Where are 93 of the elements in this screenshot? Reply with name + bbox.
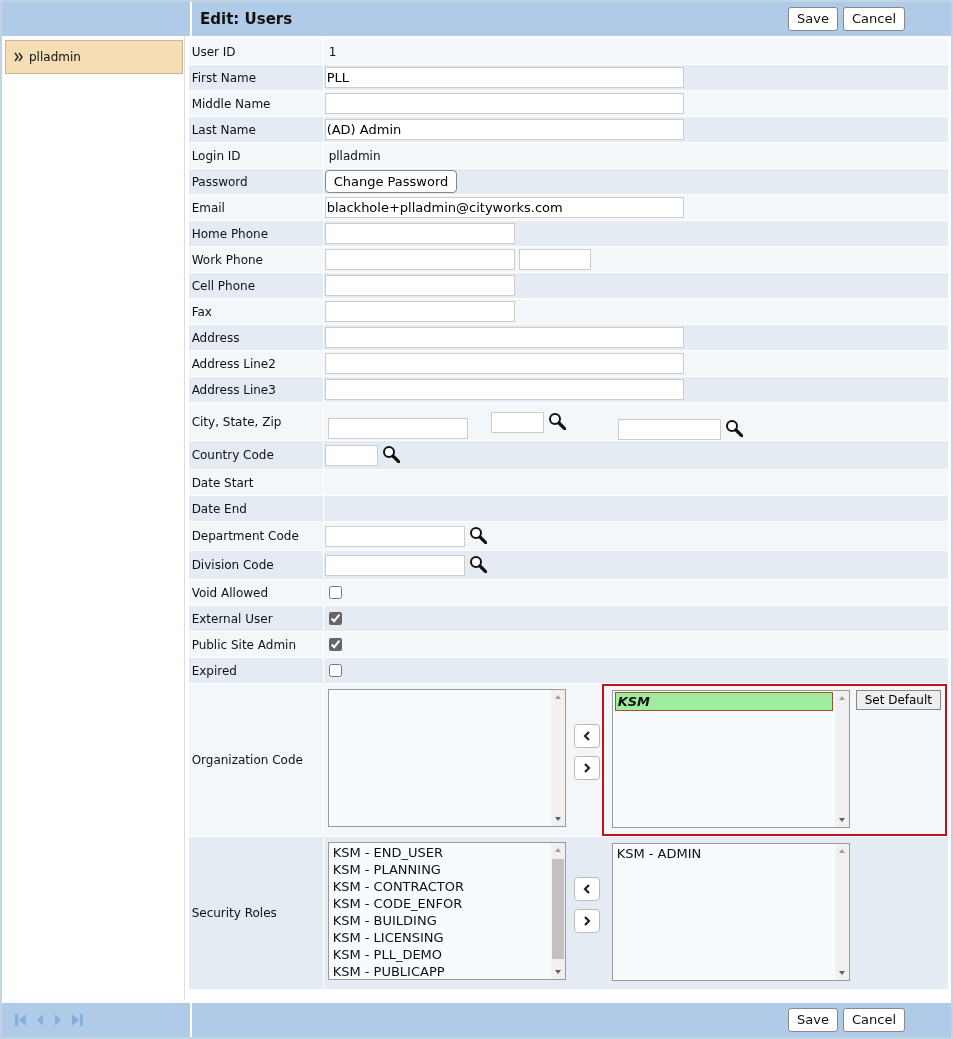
scrollbar[interactable] — [834, 844, 849, 980]
chevron-left-icon — [582, 884, 591, 894]
list-item[interactable]: KSM - PLL_DEMO — [330, 946, 549, 963]
input-field[interactable] — [324, 223, 515, 244]
first-page-icon[interactable] — [14, 1012, 27, 1028]
field-label: Date End — [188, 496, 324, 521]
checkbox[interactable] — [328, 638, 342, 651]
list-item[interactable]: KSM - ADMIN — [614, 845, 833, 862]
list-box[interactable] — [327, 689, 566, 827]
search-icon[interactable] — [547, 412, 566, 430]
input-field[interactable] — [324, 249, 515, 270]
search-icon[interactable] — [381, 444, 400, 463]
chevron-right-icon — [582, 916, 591, 926]
checkbox[interactable] — [328, 612, 342, 625]
field-label: Void Allowed — [188, 580, 324, 605]
input-field[interactable] — [324, 525, 465, 547]
chevron-right-icon — [582, 763, 591, 773]
scrollbar[interactable] — [550, 690, 565, 826]
search-icon[interactable] — [468, 525, 487, 544]
field-label: Security Roles — [188, 837, 324, 989]
checkbox[interactable] — [328, 586, 342, 599]
input-field[interactable]: blackhole+plladmin@cityworks.com — [324, 197, 684, 218]
field-label: Division Code — [188, 551, 324, 579]
previous-page-icon[interactable] — [35, 1012, 45, 1028]
cancel-button[interactable]: Cancel — [842, 1008, 905, 1032]
input-field[interactable] — [617, 419, 721, 440]
field-label: Country Code — [188, 441, 324, 469]
field-label: Middle Name — [188, 91, 324, 116]
move-right-button[interactable] — [573, 756, 600, 780]
checkbox[interactable] — [328, 664, 342, 677]
input-field[interactable]: (AD) Admin — [324, 119, 684, 140]
list-item[interactable]: KSM - PLANNING — [330, 861, 549, 878]
chevron-left-icon — [582, 731, 591, 741]
field-label: Expired — [188, 658, 324, 683]
input-field[interactable] — [324, 444, 378, 466]
search-icon[interactable] — [468, 554, 487, 573]
field-label: Address Line2 — [188, 351, 324, 376]
field-label: Password — [188, 169, 324, 194]
input-field[interactable] — [324, 379, 684, 400]
list-item[interactable]: KSM - CODE_ENFOR — [330, 895, 549, 912]
page-title: Edit: Users — [200, 8, 293, 30]
list-box[interactable]: KSM - ADMIN — [611, 843, 850, 981]
field-label: Home Phone — [188, 221, 324, 246]
move-left-button[interactable] — [573, 877, 600, 901]
save-button[interactable]: Save — [788, 1008, 838, 1032]
scrollbar[interactable] — [834, 691, 849, 827]
double-chevron-icon — [14, 52, 23, 62]
sidebar-item[interactable]: plladmin — [5, 40, 183, 74]
input-field[interactable] — [324, 93, 684, 114]
next-page-icon[interactable] — [53, 1012, 63, 1028]
input-field[interactable] — [490, 412, 544, 433]
field-label: Public Site Admin — [188, 632, 324, 657]
save-button[interactable]: Save — [788, 7, 838, 31]
input-field[interactable] — [327, 418, 468, 439]
field-label: Address Line3 — [188, 377, 324, 402]
set-default-button[interactable]: Set Default — [855, 690, 941, 710]
list-item[interactable]: KSM - BUILDING — [330, 912, 549, 929]
list-item[interactable]: KSM - CONTRACTOR — [330, 878, 549, 895]
input-field[interactable]: PLL — [324, 67, 684, 88]
field-label: Fax — [188, 299, 324, 324]
field-label: Email — [188, 195, 324, 220]
field-label: First Name — [188, 65, 324, 90]
field-label: Organization Code — [188, 684, 324, 836]
field-label: Work Phone — [188, 247, 324, 272]
search-icon[interactable] — [724, 419, 743, 437]
field-label: External User — [188, 606, 324, 631]
input-field[interactable] — [324, 301, 515, 322]
list-item[interactable]: KSM — [614, 692, 833, 711]
field-label: Date Start — [188, 470, 324, 495]
field-label: City, State, Zip — [188, 403, 324, 440]
list-box[interactable]: KSM - END_USER KSM - PLANNING KSM - CONTRACTOR KSM - CODE_ENFOR KSM - BUILDING KSM - LICENSING KSM - PLL_DEMO KSM - PUBLICAPP — [327, 842, 566, 980]
scrollbar[interactable] — [550, 843, 565, 979]
field-label: Cell Phone — [188, 273, 324, 298]
change-password-button[interactable]: Change Password — [324, 169, 458, 194]
move-right-button[interactable] — [573, 909, 600, 933]
list-item[interactable]: KSM - LICENSING — [330, 929, 549, 946]
list-item[interactable]: KSM - PUBLICAPP — [330, 963, 549, 979]
list-item[interactable]: KSM - END_USER — [330, 844, 549, 861]
input-field[interactable] — [518, 249, 591, 270]
field-label: User ID — [188, 39, 324, 64]
field-label: Login ID — [188, 143, 324, 168]
field-label: Department Code — [188, 522, 324, 550]
input-field[interactable] — [324, 327, 684, 348]
input-field[interactable] — [324, 275, 515, 296]
field-value: 1 — [327, 43, 337, 61]
input-field[interactable] — [324, 554, 465, 576]
list-box[interactable]: KSM — [611, 690, 850, 828]
input-field[interactable] — [324, 353, 684, 374]
field-value: plladmin — [327, 147, 381, 165]
field-label: Last Name — [188, 117, 324, 142]
cancel-button[interactable]: Cancel — [842, 7, 905, 31]
move-left-button[interactable] — [573, 724, 600, 748]
field-label: Address — [188, 325, 324, 350]
